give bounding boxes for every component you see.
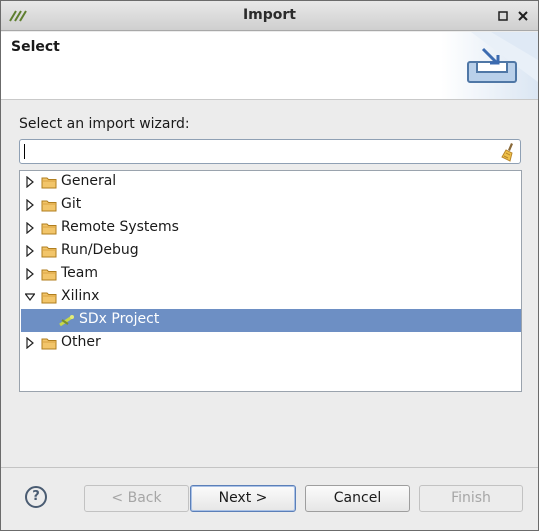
tree-item-general[interactable]: General: [21, 171, 521, 194]
folder-icon: [41, 177, 57, 189]
next-button[interactable]: Next >: [190, 485, 296, 512]
tree-item-label: Xilinx: [61, 288, 100, 304]
tree-item-label: General: [61, 173, 117, 189]
folder-icon: [41, 246, 57, 258]
text-cursor: [24, 144, 25, 159]
folder-icon: [41, 338, 57, 350]
window-title: Import: [242, 7, 297, 23]
tree-item-run-debug[interactable]: Run/Debug: [21, 240, 521, 263]
wizard-body: Select an import wizard: General Git Rem…: [1, 101, 538, 467]
tree-item-label: Remote Systems: [61, 219, 179, 235]
folder-icon: [41, 200, 57, 212]
import-dialog: Import Select Select an import wizard: G…: [0, 0, 539, 531]
tree-item-sdx-project[interactable]: SDx Project: [21, 309, 521, 332]
expand-arrow-icon[interactable]: [25, 245, 35, 257]
expand-arrow-icon[interactable]: [25, 222, 35, 234]
finish-button[interactable]: Finish: [419, 485, 523, 512]
folder-icon: [41, 292, 57, 304]
wizard-tree[interactable]: General Git Remote Systems Run/Debug Tea: [19, 170, 522, 392]
sdx-project-icon: [59, 315, 74, 327]
filter-field[interactable]: [19, 139, 521, 164]
tree-item-label: Other: [61, 334, 101, 350]
expand-arrow-icon[interactable]: [25, 176, 35, 188]
import-wizard-icon: [441, 32, 538, 99]
wizard-prompt: Select an import wizard:: [19, 116, 190, 132]
tree-item-team[interactable]: Team: [21, 263, 521, 286]
button-bar-separator: [1, 467, 538, 468]
clear-filter-icon[interactable]: [500, 142, 518, 162]
maximize-icon[interactable]: [497, 10, 509, 22]
help-button[interactable]: ?: [25, 486, 47, 508]
close-icon[interactable]: [517, 10, 529, 22]
folder-icon: [41, 223, 57, 235]
collapse-arrow-icon[interactable]: [25, 291, 35, 303]
tree-item-label: Team: [61, 265, 99, 281]
tree-item-xilinx[interactable]: Xilinx: [21, 286, 521, 309]
expand-arrow-icon[interactable]: [25, 268, 35, 280]
cancel-button[interactable]: Cancel: [305, 485, 410, 512]
tree-item-label: SDx Project: [79, 311, 160, 327]
page-heading: Select: [11, 39, 60, 55]
back-button[interactable]: < Back: [84, 485, 189, 512]
tree-item-label: Git: [61, 196, 82, 212]
folder-icon: [41, 269, 57, 281]
tree-item-git[interactable]: Git: [21, 194, 521, 217]
tree-item-label: Run/Debug: [61, 242, 139, 258]
title-bar[interactable]: Import: [1, 1, 538, 31]
expand-arrow-icon[interactable]: [25, 199, 35, 211]
wizard-banner: Select: [1, 32, 538, 100]
tree-item-remote-systems[interactable]: Remote Systems: [21, 217, 521, 240]
tree-item-other[interactable]: Other: [21, 332, 521, 355]
expand-arrow-icon[interactable]: [25, 337, 35, 349]
filter-input[interactable]: [23, 142, 493, 161]
